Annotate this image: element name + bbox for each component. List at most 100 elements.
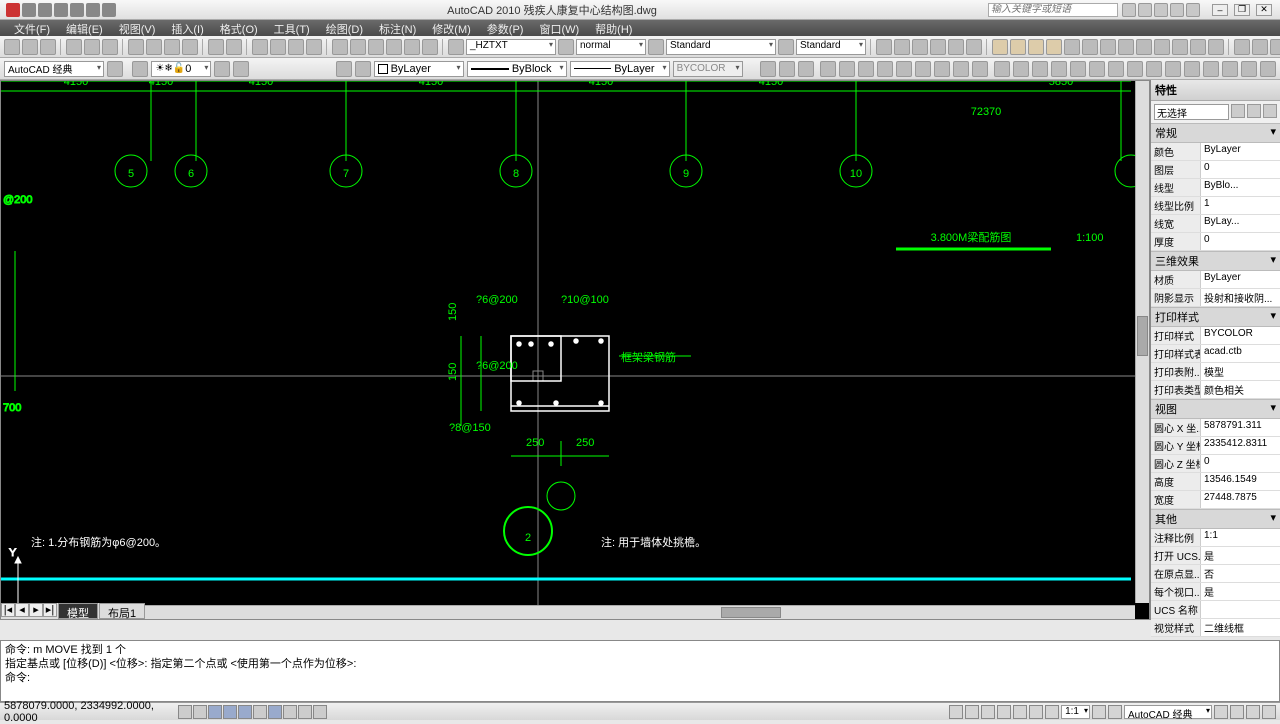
hardware-icon[interactable] bbox=[1230, 705, 1244, 719]
undo-icon[interactable] bbox=[70, 3, 84, 17]
array-icon[interactable] bbox=[1089, 61, 1105, 77]
props-row[interactable]: 打印表附...模型 bbox=[1151, 363, 1280, 381]
menu-标注[interactable]: 标注(N) bbox=[371, 20, 424, 36]
tb-b-icon[interactable] bbox=[894, 39, 910, 55]
extend-icon[interactable] bbox=[1127, 61, 1143, 77]
new-icon[interactable] bbox=[22, 3, 36, 17]
zoom-status-icon[interactable] bbox=[1013, 705, 1027, 719]
tb-a-icon[interactable] bbox=[876, 39, 892, 55]
tb-p-icon[interactable] bbox=[1234, 39, 1250, 55]
tb-h-icon[interactable] bbox=[1082, 39, 1098, 55]
menu-视图[interactable]: 视图(V) bbox=[111, 20, 164, 36]
match-icon[interactable] bbox=[182, 39, 198, 55]
props-row[interactable]: 每个视口...是 bbox=[1151, 583, 1280, 601]
redo-icon[interactable] bbox=[86, 3, 100, 17]
ws-settings-icon[interactable] bbox=[107, 61, 123, 77]
quickview-drawings-icon[interactable] bbox=[981, 705, 995, 719]
lwt-toggle[interactable] bbox=[298, 705, 312, 719]
props-row[interactable]: 阴影显示投射和接收阴... bbox=[1151, 289, 1280, 307]
tb-r-icon[interactable] bbox=[1270, 39, 1280, 55]
isolate-icon[interactable] bbox=[1246, 705, 1260, 719]
tab-layout1[interactable]: 布局1 bbox=[99, 603, 145, 619]
help-search-input[interactable] bbox=[988, 3, 1118, 17]
hatch-icon[interactable] bbox=[934, 61, 950, 77]
ducs-toggle[interactable] bbox=[268, 705, 282, 719]
favorites-icon[interactable] bbox=[1170, 3, 1184, 17]
mleader-icon[interactable] bbox=[778, 39, 794, 55]
props-row[interactable]: 颜色ByLayer bbox=[1151, 143, 1280, 161]
open-icon[interactable] bbox=[38, 3, 52, 17]
text-style-dropdown[interactable]: _HZTXT bbox=[466, 39, 556, 55]
props-row[interactable]: 打印样式BYCOLOR bbox=[1151, 327, 1280, 345]
dim-style-dropdown[interactable]: normal bbox=[576, 39, 646, 55]
canvas-scrollbar-vertical[interactable] bbox=[1135, 81, 1149, 603]
explode-icon[interactable] bbox=[1241, 61, 1257, 77]
menu-绘图[interactable]: 绘图(D) bbox=[318, 20, 371, 36]
comm-icon[interactable] bbox=[1154, 3, 1168, 17]
layer-props-icon[interactable] bbox=[132, 61, 148, 77]
tool-pal-icon[interactable] bbox=[368, 39, 384, 55]
props-row[interactable]: 高度13546.1549 bbox=[1151, 473, 1280, 491]
rotate-icon[interactable] bbox=[1032, 61, 1048, 77]
workspace-dropdown[interactable]: AutoCAD 经典 bbox=[4, 61, 104, 77]
save-icon[interactable] bbox=[54, 3, 68, 17]
tb-i-icon[interactable] bbox=[1100, 39, 1116, 55]
props-row[interactable]: 线宽ByLay... bbox=[1151, 215, 1280, 233]
menu-文件[interactable]: 文件(F) bbox=[6, 20, 58, 36]
selectobjs-icon[interactable] bbox=[1263, 104, 1277, 118]
ssm-icon[interactable] bbox=[386, 39, 402, 55]
osnap-toggle[interactable] bbox=[238, 705, 252, 719]
circle-3-icon[interactable] bbox=[1028, 39, 1044, 55]
circle-1-icon[interactable] bbox=[992, 39, 1008, 55]
pan-icon[interactable] bbox=[252, 39, 268, 55]
print-icon[interactable] bbox=[102, 3, 116, 17]
grid-toggle[interactable] bbox=[193, 705, 207, 719]
circle-draw-icon[interactable] bbox=[858, 61, 874, 77]
tb-d-icon[interactable] bbox=[930, 39, 946, 55]
props-row[interactable]: 材质ByLayer bbox=[1151, 271, 1280, 289]
plot-icon[interactable] bbox=[66, 39, 82, 55]
move-icon[interactable] bbox=[994, 61, 1010, 77]
props-row[interactable]: 线型ByBlo... bbox=[1151, 179, 1280, 197]
color-dropdown[interactable]: ByLayer bbox=[374, 61, 464, 77]
tb-n-icon[interactable] bbox=[1190, 39, 1206, 55]
props-section[interactable]: 视图▾ bbox=[1151, 399, 1280, 419]
cleanscreen-icon[interactable] bbox=[1262, 705, 1276, 719]
join-icon[interactable] bbox=[1260, 61, 1276, 77]
props-row[interactable]: 打开 UCS...是 bbox=[1151, 547, 1280, 565]
menu-参数[interactable]: 参数(P) bbox=[479, 20, 532, 36]
tab-model[interactable]: 模型 bbox=[58, 603, 98, 619]
tb-m-icon[interactable] bbox=[1172, 39, 1188, 55]
props-row[interactable]: 打印样式表acad.ctb bbox=[1151, 345, 1280, 363]
props-row[interactable]: 视觉样式二维线框 bbox=[1151, 619, 1280, 637]
app-icon[interactable] bbox=[6, 3, 20, 17]
tb-e-icon[interactable] bbox=[948, 39, 964, 55]
star-icon[interactable] bbox=[1138, 3, 1152, 17]
tb-j-icon[interactable] bbox=[1118, 39, 1134, 55]
maximize-button[interactable]: ❐ bbox=[1234, 4, 1250, 16]
props-section[interactable]: 三维效果▾ bbox=[1151, 251, 1280, 271]
tb-k-icon[interactable] bbox=[1136, 39, 1152, 55]
spline-icon[interactable] bbox=[953, 61, 969, 77]
otrack-toggle[interactable] bbox=[253, 705, 267, 719]
trim-icon[interactable] bbox=[1108, 61, 1124, 77]
stretch-icon[interactable] bbox=[1146, 61, 1162, 77]
arc-icon[interactable] bbox=[877, 61, 893, 77]
line-draw-icon[interactable] bbox=[820, 61, 836, 77]
tab-next-button[interactable]: ▸ bbox=[29, 603, 43, 617]
paste-icon[interactable] bbox=[164, 39, 180, 55]
new-file-icon[interactable] bbox=[4, 39, 20, 55]
insert-icon[interactable] bbox=[760, 61, 776, 77]
layer-prev-icon[interactable] bbox=[233, 61, 249, 77]
block-icon[interactable] bbox=[779, 61, 795, 77]
props-icon[interactable] bbox=[332, 39, 348, 55]
calc-icon[interactable] bbox=[422, 39, 438, 55]
menu-格式[interactable]: 格式(O) bbox=[212, 20, 266, 36]
text-icon[interactable] bbox=[448, 39, 464, 55]
pan-status-icon[interactable] bbox=[997, 705, 1011, 719]
menu-插入[interactable]: 插入(I) bbox=[163, 20, 211, 36]
props-row[interactable]: 在原点显...否 bbox=[1151, 565, 1280, 583]
tb-f-icon[interactable] bbox=[966, 39, 982, 55]
props-section[interactable]: 常规▾ bbox=[1151, 123, 1280, 143]
menu-修改[interactable]: 修改(M) bbox=[424, 20, 479, 36]
